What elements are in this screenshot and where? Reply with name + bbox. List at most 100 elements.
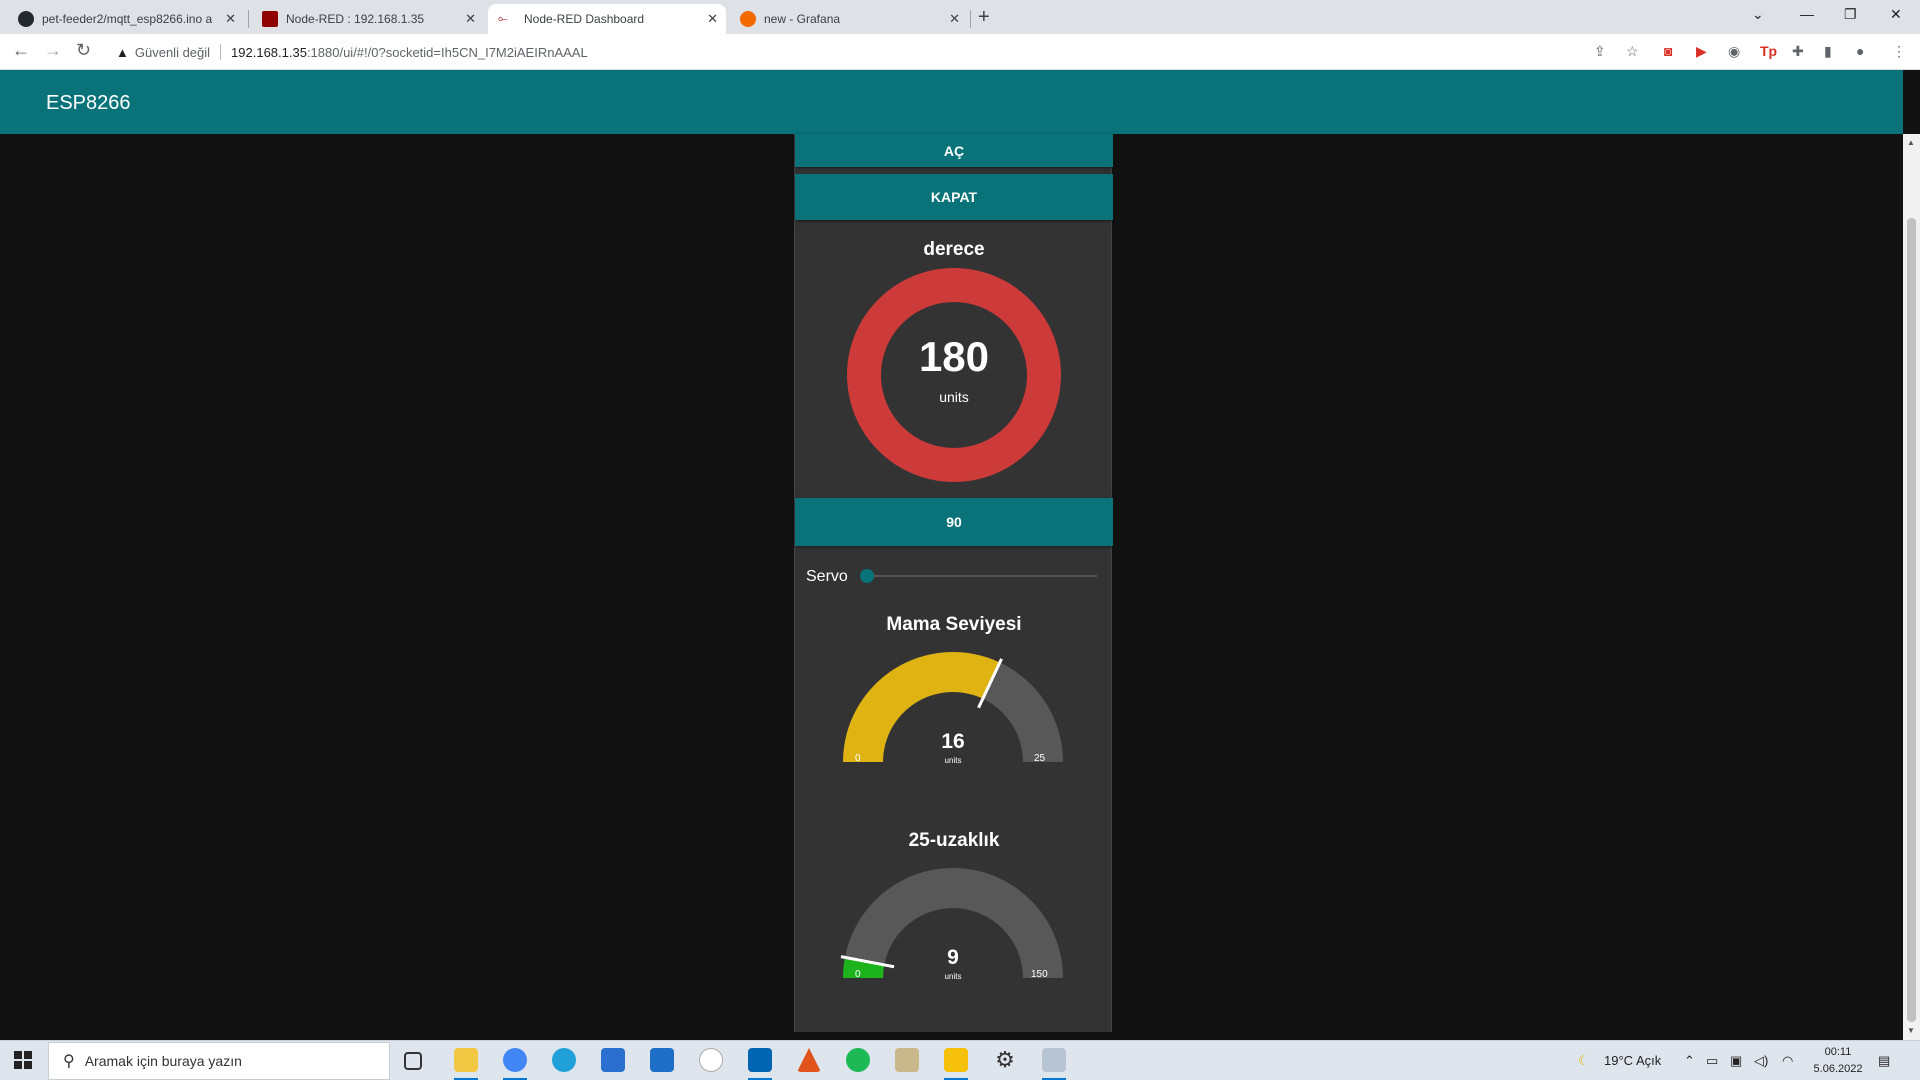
pocket-extension-icon[interactable]: ◙ <box>1664 43 1672 59</box>
side-panel-icon[interactable]: ▮ <box>1824 43 1832 60</box>
restore-button[interactable]: ❐ <box>1844 6 1857 23</box>
servo-slider-label: Servo <box>806 568 848 585</box>
close-window-button[interactable]: ✕ <box>1890 6 1902 23</box>
security-label: Güvenli değil <box>134 44 211 60</box>
donut-value: 180 <box>918 333 990 380</box>
close-icon[interactable]: ✕ <box>465 11 476 27</box>
gauge1-value: 16 <box>941 730 965 753</box>
gauge2-min: 0 <box>855 969 861 980</box>
tab-title: Node-RED : 192.168.1.35 <box>286 12 425 26</box>
donut-units: units <box>939 389 969 405</box>
gauge1-max: 25 <box>1034 753 1046 764</box>
tray-chevron-icon[interactable]: ⌃ <box>1684 1053 1695 1069</box>
folder-app-icon[interactable] <box>944 1048 968 1072</box>
close-icon[interactable]: ✕ <box>949 11 960 27</box>
servo-slider-track[interactable] <box>865 575 1097 577</box>
gauge2-title: 25-uzaklık <box>908 830 1000 851</box>
servo-slider-knob[interactable] <box>860 569 874 583</box>
address-bar[interactable]: ▲ Güvenli değil 192.168.1.35 :1880/ui/#!… <box>106 38 1672 66</box>
spotify-icon[interactable] <box>846 1048 870 1072</box>
weather-moon-icon: ☾ <box>1578 1053 1590 1068</box>
tab-grafana[interactable]: new - Grafana ✕ <box>730 4 968 34</box>
store-icon[interactable] <box>601 1048 625 1072</box>
gauge1-title: Mama Seviyesi <box>886 614 1022 635</box>
ninety-button[interactable]: 90 <box>795 498 1113 546</box>
tab-title: Node-RED Dashboard <box>524 12 645 26</box>
volume-icon[interactable]: ◁) <box>1754 1053 1768 1069</box>
node-red-dashboard-icon: ⟜ <box>498 11 508 25</box>
tab-search-icon[interactable]: ⌄ <box>1752 6 1764 23</box>
translate-extension-icon[interactable]: Tp <box>1760 43 1777 59</box>
dashboard-group: AÇ KAPAT derece 180 units 90 Servo Mama … <box>794 134 1113 1032</box>
open-button[interactable]: AÇ <box>795 134 1113 167</box>
dashboard-header: ESP8266 <box>0 70 1903 134</box>
tab-github[interactable]: pet-feeder2/mqtt_esp8266.ino at ✕ <box>8 4 244 34</box>
battery-icon[interactable]: ▣ <box>1730 1053 1742 1069</box>
github-icon <box>18 11 34 27</box>
share-icon[interactable]: ⇪ <box>1594 43 1606 60</box>
omnibox-divider <box>220 44 222 60</box>
scroll-down-icon[interactable]: ▼ <box>1907 1026 1915 1035</box>
grafana-icon <box>740 11 756 27</box>
wifi-icon[interactable]: ◠ <box>1782 1053 1793 1069</box>
url-path: :1880/ui/#!/0?socketid=Ih5CN_I7M2iAEIRnA… <box>306 44 588 60</box>
notifications-icon[interactable]: ▤ <box>1878 1053 1890 1069</box>
node-red-icon <box>262 11 278 27</box>
tab-title: new - Grafana <box>764 12 841 26</box>
file-explorer-icon[interactable] <box>454 1048 478 1072</box>
browser-tab-strip: pet-feeder2/mqtt_esp8266.ino at ✕ Node-R… <box>0 0 1920 34</box>
profile-avatar[interactable]: ● <box>1856 43 1864 59</box>
weather-text[interactable]: 19°C Açık <box>1604 1053 1661 1068</box>
media-extension-icon[interactable]: ◉ <box>1728 43 1740 60</box>
gauge1-min: 0 <box>855 753 861 764</box>
clock-date: 5.06.2022 <box>1813 1063 1863 1075</box>
chrome-icon[interactable] <box>503 1048 527 1072</box>
warning-icon: ▲ <box>116 44 129 60</box>
scroll-up-icon[interactable]: ▲ <box>1907 138 1915 147</box>
donut-gauge: 180 units <box>846 267 1062 483</box>
taskbar-search-input[interactable]: ⚲ Aramak için buraya yazın <box>48 1042 390 1080</box>
close-icon[interactable]: ✕ <box>225 11 236 27</box>
clock-time: 00:11 <box>1824 1046 1852 1058</box>
taskbar-clock[interactable]: 00:11 5.06.2022 <box>1808 1044 1868 1078</box>
calculator-app-icon[interactable] <box>895 1048 919 1072</box>
minimize-button[interactable]: — <box>1800 6 1814 22</box>
reload-icon[interactable]: ↻ <box>76 40 91 61</box>
gauge2-value: 9 <box>947 946 959 969</box>
menu-icon[interactable]: ⋮ <box>1892 43 1906 60</box>
arduino-icon[interactable] <box>748 1048 772 1072</box>
tab-divider <box>970 10 971 28</box>
url-host: 192.168.1.35 <box>231 44 307 60</box>
new-tab-button[interactable]: + <box>978 6 990 29</box>
tab-node-red-dashboard[interactable]: ⟜ Node-RED Dashboard ✕ <box>488 4 726 34</box>
paint-icon[interactable] <box>1042 1048 1066 1072</box>
bookmark-star-icon[interactable]: ☆ <box>1626 43 1639 60</box>
tab-divider <box>248 10 249 28</box>
search-icon: ⚲ <box>63 1053 75 1070</box>
gauge1: 16 units 0 25 <box>833 650 1073 790</box>
donut-title: derece <box>923 239 985 260</box>
page-title: ESP8266 <box>46 92 131 114</box>
settings-gear-icon[interactable]: ⚙ <box>993 1048 1017 1072</box>
scroll-thumb[interactable] <box>1907 218 1916 1022</box>
page-scrollbar[interactable]: ▲ ▼ <box>1903 134 1920 1040</box>
matlab-icon[interactable] <box>797 1048 821 1072</box>
taskbar-search-placeholder: Aramak için buraya yazın <box>84 1053 242 1069</box>
gauge2-max: 150 <box>1031 969 1048 980</box>
mail-icon[interactable] <box>650 1048 674 1072</box>
task-view-icon[interactable] <box>404 1052 422 1070</box>
close-icon[interactable]: ✕ <box>707 11 718 27</box>
forward-icon[interactable]: → <box>44 40 62 61</box>
wordpad-icon[interactable] <box>699 1048 723 1072</box>
video-extension-icon[interactable]: ▶ <box>1696 43 1707 60</box>
windows-taskbar: ⚲ Aramak için buraya yazın ⚙ ☾ 19°C Açık… <box>0 1040 1920 1080</box>
tab-title: pet-feeder2/mqtt_esp8266.ino at <box>42 12 212 26</box>
network-icon[interactable]: ▭ <box>1706 1053 1718 1069</box>
edge-icon[interactable] <box>552 1048 576 1072</box>
close-button[interactable]: KAPAT <box>795 174 1113 220</box>
extensions-icon[interactable]: ✚ <box>1792 43 1804 60</box>
windows-start-icon[interactable] <box>14 1051 32 1069</box>
back-icon[interactable]: ← <box>12 40 30 61</box>
tab-node-red[interactable]: Node-RED : 192.168.1.35 ✕ <box>252 4 484 34</box>
browser-toolbar: ← → ↻ ▲ Güvenli değil 192.168.1.35 :1880… <box>0 34 1920 70</box>
